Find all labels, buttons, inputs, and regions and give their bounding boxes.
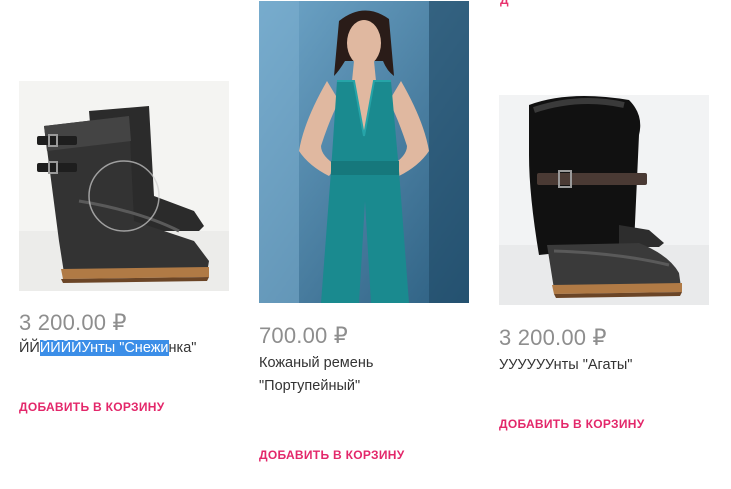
add-to-cart-button[interactable]: ДОБАВИТЬ В КОРЗИНУ: [259, 448, 404, 462]
product-title[interactable]: ЙЙЙЙЙЙУнты "Снежинка": [19, 337, 231, 360]
product-grid: Д 3 200.00 ₽ ЙЙЙЙЙЙУнты "Снежинка" ДОБАВ…: [0, 0, 731, 489]
title-part-plain: ЙЙ: [19, 340, 40, 356]
product-card: 700.00 ₽ Кожаный ремень "Портупейный" ДО…: [259, 1, 471, 464]
product-image[interactable]: [499, 95, 709, 305]
product-title-line: Кожаный ремень: [259, 355, 374, 371]
product-image[interactable]: [19, 81, 229, 291]
product-image[interactable]: [259, 1, 469, 303]
selected-text: ЙЙЙЙУнты "Снежи: [39, 340, 169, 356]
model-photo-illustration: [259, 1, 469, 303]
product-card: 3 200.00 ₽ ЙЙЙЙЙЙУнты "Снежинка" ДОБАВИТ…: [19, 81, 231, 416]
product-price: 700.00 ₽: [259, 323, 348, 348]
product-title-line: "Портупейный": [259, 378, 361, 394]
title-part-plain: нка": [168, 340, 197, 356]
product-price: 3 200.00 ₽: [499, 325, 607, 350]
product-title[interactable]: УУУУУУнты "Агаты": [499, 354, 711, 377]
cut-off-text-fragment: Д: [500, 0, 509, 7]
product-price: 3 200.00 ₽: [19, 310, 127, 335]
boot-illustration: [19, 81, 229, 291]
fur-boot-illustration: [499, 95, 709, 305]
product-title[interactable]: Кожаный ремень "Портупейный": [259, 352, 471, 398]
product-card: 3 200.00 ₽ УУУУУУнты "Агаты" ДОБАВИТЬ В …: [499, 95, 711, 433]
add-to-cart-button[interactable]: ДОБАВИТЬ В КОРЗИНУ: [499, 417, 644, 431]
add-to-cart-button[interactable]: ДОБАВИТЬ В КОРЗИНУ: [19, 400, 164, 414]
